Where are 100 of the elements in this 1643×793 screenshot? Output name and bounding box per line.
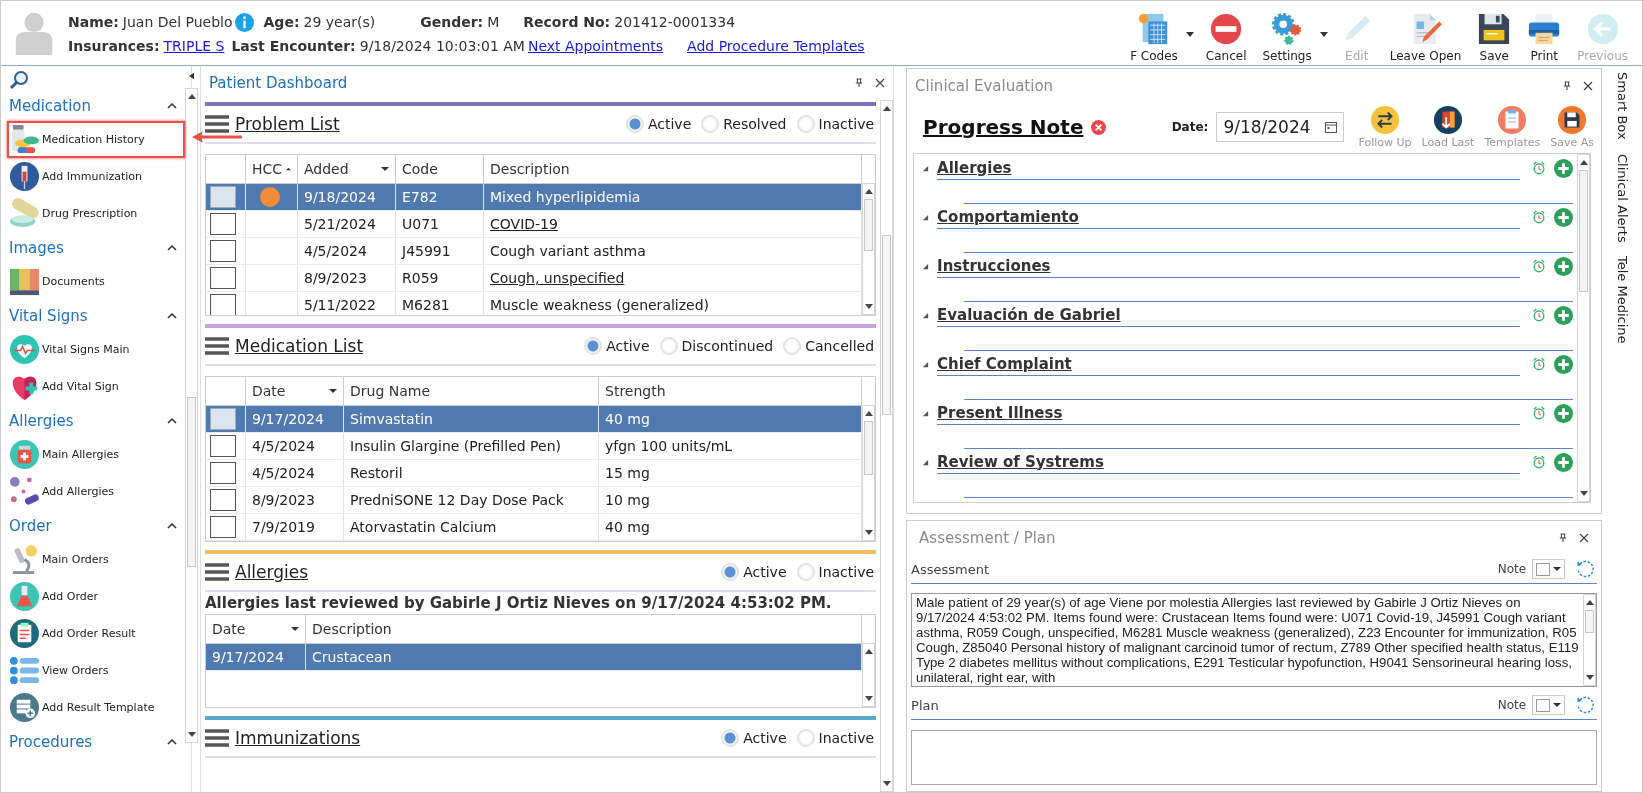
section-title[interactable]: Review of Systrems [937, 450, 1521, 474]
expanded-arrow-icon[interactable] [922, 262, 930, 270]
radio-button[interactable]: Discontinued [657, 337, 776, 355]
menu-icon[interactable] [205, 114, 229, 134]
column-header[interactable]: HCC [246, 155, 298, 183]
header-link[interactable]: Next Appointments [527, 37, 664, 54]
alarm-clock-icon[interactable] [1532, 406, 1547, 420]
table-row[interactable]: 4/5/2024 J45991 Cough variant asthma [206, 238, 863, 265]
alarm-clock-icon[interactable] [1532, 308, 1547, 322]
table-row[interactable]: 8/9/2023 R059 Cough, unspecified [206, 265, 863, 292]
row-selector[interactable] [210, 462, 236, 484]
header-link[interactable]: Add Procedure Templates [687, 37, 865, 54]
radio-button[interactable]: Cancelled [781, 337, 877, 355]
toolbar-button[interactable]: F Codes [1122, 12, 1186, 63]
sidebar-item[interactable]: Main Allergies [7, 436, 185, 473]
table-row[interactable]: 9/18/2024 E782 Mixed hyperlipidemia [206, 184, 863, 211]
row-selector[interactable] [210, 213, 236, 235]
sidebar-item[interactable]: Vital Signs Main [7, 331, 185, 368]
dropdown-caret-icon[interactable] [1185, 32, 1194, 37]
table-row[interactable]: 9/17/2024 Simvastatin 40 mg [206, 406, 863, 433]
sidebar-item[interactable]: Documents [7, 263, 185, 300]
section-title[interactable]: Medication List [235, 336, 364, 356]
table-row[interactable]: 8/9/2023 PredniSONE 12 Day Dose Pack 10 mg [206, 487, 863, 514]
refresh-icon[interactable] [1575, 559, 1596, 579]
alarm-clock-icon[interactable] [1532, 259, 1547, 273]
font-dropdown[interactable] [1532, 695, 1566, 715]
scrollbar[interactable] [880, 100, 894, 792]
sidebar-item[interactable]: View Orders [7, 652, 185, 689]
chevron-up-icon[interactable] [167, 738, 177, 745]
radio-button[interactable]: Inactive [794, 563, 877, 581]
alarm-clock-icon[interactable] [1532, 161, 1547, 175]
section-title[interactable]: Comportamiento [937, 205, 1521, 229]
scrollbar[interactable] [1583, 594, 1597, 686]
search-icon[interactable] [9, 70, 29, 90]
alarm-clock-icon[interactable] [1532, 210, 1547, 224]
sidebar-item[interactable]: Main Orders [7, 541, 185, 578]
sidebar-item[interactable]: Drug Prescription [7, 195, 185, 232]
add-icon[interactable] [1554, 305, 1574, 325]
section-title[interactable]: Present Illness [937, 401, 1521, 425]
table-row[interactable]: 5/11/2022 M6281 Muscle weakness (generalized) [206, 292, 863, 315]
add-icon[interactable] [1554, 403, 1574, 423]
info-icon[interactable] [234, 12, 254, 32]
close-icon[interactable] [1579, 533, 1590, 543]
chevron-up-icon[interactable] [167, 102, 177, 109]
alarm-clock-icon[interactable] [1532, 455, 1547, 469]
refresh-icon[interactable] [1575, 695, 1596, 715]
column-header[interactable]: Description [484, 155, 863, 183]
expanded-arrow-icon[interactable] [922, 409, 930, 417]
pin-icon[interactable] [1559, 533, 1568, 543]
table-row[interactable]: 7/9/2019 Atorvastatin Calcium 40 mg [206, 514, 863, 541]
radio-button[interactable]: Active [719, 729, 789, 747]
close-icon[interactable] [1583, 81, 1594, 91]
section-title[interactable]: Problem List [235, 114, 340, 134]
pin-icon[interactable] [1563, 81, 1572, 91]
row-selector[interactable] [210, 435, 236, 457]
row-selector[interactable] [210, 240, 236, 262]
expanded-arrow-icon[interactable] [922, 311, 930, 319]
add-icon[interactable] [1554, 354, 1574, 374]
toolbar-button[interactable]: Print [1519, 12, 1570, 63]
table-row[interactable]: 9/17/2024 Crustacean [206, 644, 863, 671]
column-header[interactable]: Date [246, 377, 344, 405]
add-icon[interactable] [1554, 158, 1574, 178]
section-title[interactable]: Evaluación de Gabriel [937, 303, 1521, 327]
plan-field[interactable] [911, 730, 1598, 785]
radio-button[interactable]: Resolved [699, 115, 789, 133]
font-dropdown[interactable] [1532, 559, 1566, 579]
section-title[interactable]: Chief Complaint [937, 352, 1521, 376]
column-header[interactable]: Code [396, 155, 484, 183]
alarm-clock-icon[interactable] [1532, 357, 1547, 371]
side-tab[interactable]: Tele Medicine [1614, 256, 1630, 344]
add-icon[interactable] [1554, 452, 1574, 472]
row-selector[interactable] [210, 489, 236, 511]
sidebar-item[interactable]: Add Order [7, 578, 185, 615]
chevron-up-icon[interactable] [167, 417, 177, 424]
scrollbar[interactable] [185, 88, 198, 743]
table-row[interactable]: 5/21/2024 U071 COVID-19 [206, 211, 863, 238]
expanded-arrow-icon[interactable] [922, 213, 930, 221]
collapse-arrow-icon[interactable] [189, 72, 194, 80]
table-row[interactable]: 4/5/2024 Insulin Glargine (Prefilled Pen) yfgn 100 units/mL [206, 433, 863, 460]
radio-button[interactable]: Active [582, 337, 652, 355]
section-title[interactable]: Instrucciones [937, 254, 1521, 278]
row-selector[interactable] [210, 294, 236, 315]
sidebar-item[interactable]: Add Order Result [7, 615, 185, 652]
sidebar-item[interactable]: Add Immunization [7, 158, 185, 195]
sidebar-item[interactable]: Add Result Template [7, 689, 185, 726]
section-title[interactable]: Allergies [937, 156, 1521, 180]
scrollbar[interactable] [862, 183, 876, 315]
column-header[interactable]: Added [298, 155, 396, 183]
sidebar-item[interactable]: Medication History [7, 121, 185, 158]
insurance-link[interactable]: TRIPLE S [163, 37, 225, 54]
dropdown-caret-icon[interactable] [1319, 32, 1328, 37]
chevron-up-icon[interactable] [167, 312, 177, 319]
row-selector[interactable] [210, 516, 236, 538]
scrollbar[interactable] [862, 643, 876, 707]
sidebar-item[interactable]: Add Allergies [7, 473, 185, 510]
expanded-arrow-icon[interactable] [922, 164, 930, 172]
add-icon[interactable] [1554, 256, 1574, 276]
section-title[interactable]: Allergies [235, 562, 309, 582]
radio-button[interactable]: Active [623, 115, 694, 133]
toolbar-button[interactable]: Save [1469, 12, 1520, 63]
